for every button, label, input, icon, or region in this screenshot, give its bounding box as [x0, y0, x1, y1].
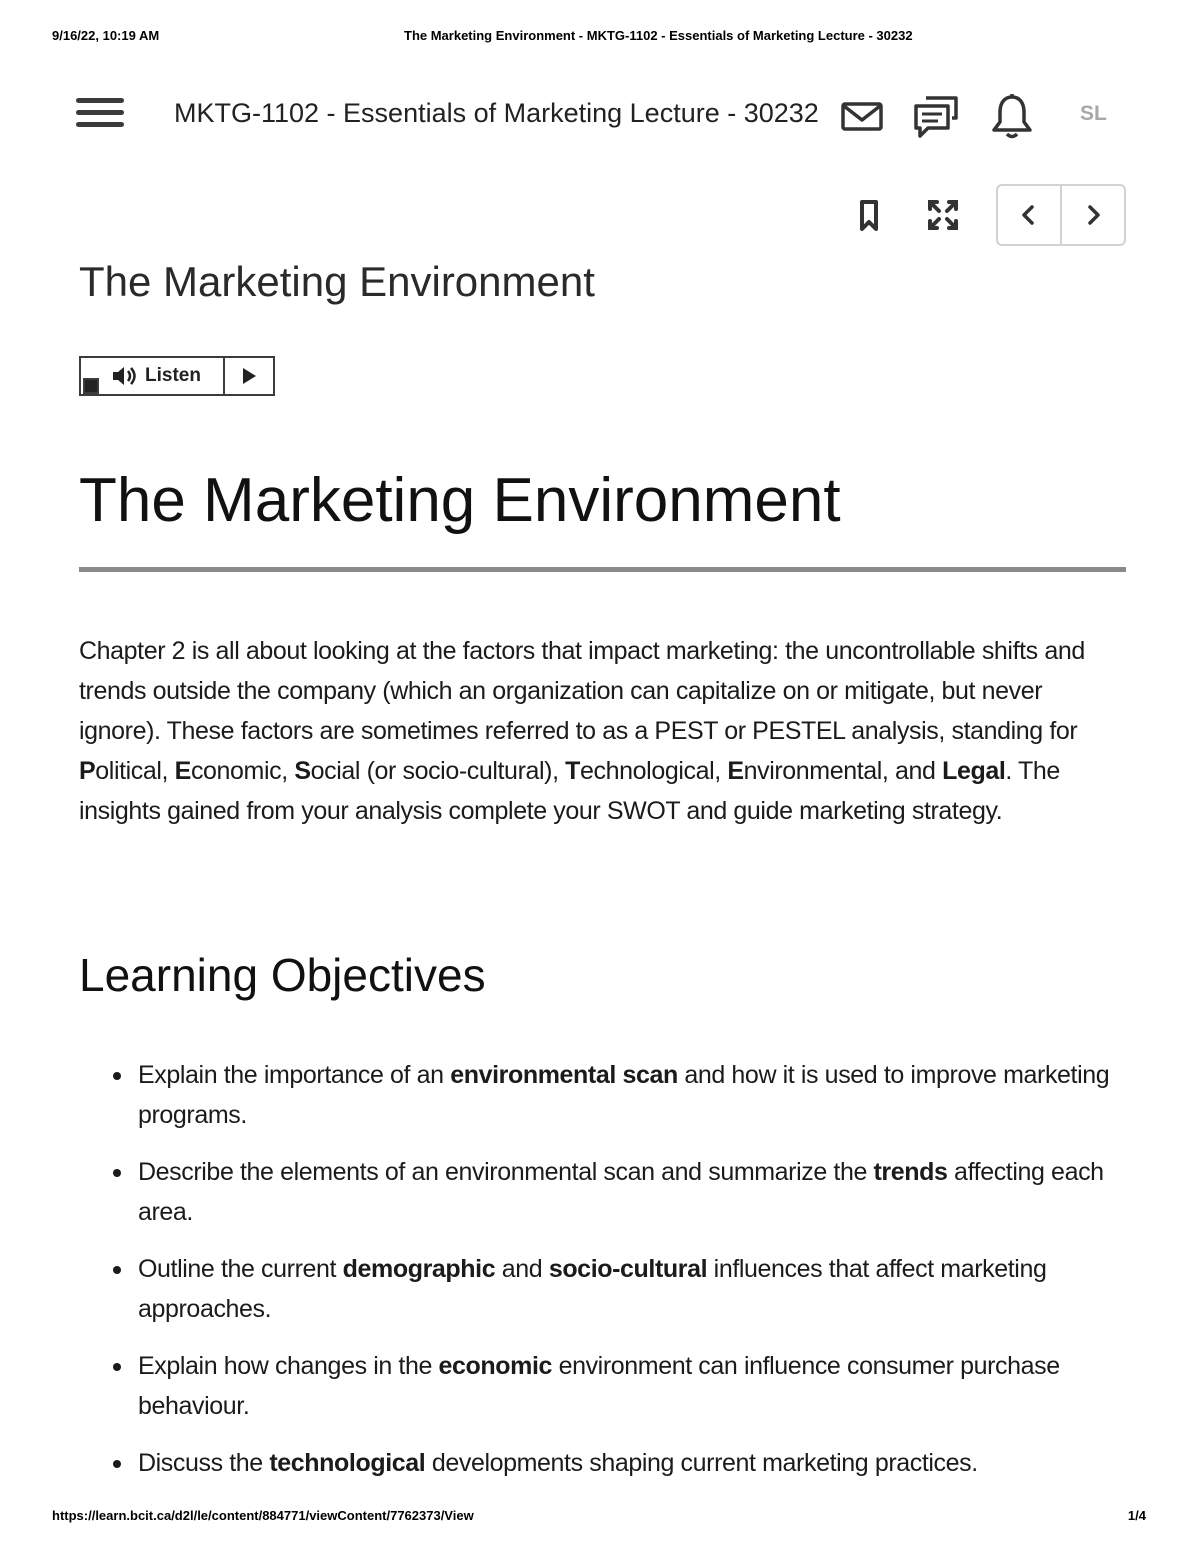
objective-text: Describe the elements of an environmenta… — [138, 1158, 874, 1186]
objective-keyword: economic — [438, 1352, 553, 1380]
next-topic-button[interactable] — [1060, 186, 1124, 244]
play-icon — [243, 368, 256, 384]
chevron-left-icon — [1022, 205, 1034, 225]
learning-objectives-heading: Learning Objectives — [79, 949, 486, 1001]
intro-text: conomic, — [190, 757, 295, 785]
learning-objectives-list: Explain the importance of an environment… — [79, 1055, 1125, 1500]
print-page-number: 1/4 — [1127, 1508, 1146, 1523]
print-header: 9/16/22, 10:19 AM The Marketing Environm… — [52, 28, 1148, 48]
intro-bold-word: Legal — [942, 757, 1006, 785]
intro-bold-letter: T — [565, 757, 581, 785]
listen-widget: Listen — [79, 356, 275, 396]
objective-item: Discuss the technological developments s… — [79, 1443, 1125, 1483]
intro-text: nvironmental, and — [743, 757, 943, 785]
intro-text: ocial (or socio-cultural), — [310, 757, 566, 785]
menu-icon[interactable] — [76, 98, 126, 134]
chat-icon[interactable] — [912, 92, 960, 140]
intro-bold-letter: E — [174, 757, 192, 785]
topic-pager — [996, 184, 1126, 246]
objective-keyword: environmental scan — [450, 1061, 678, 1089]
course-title[interactable]: MKTG-1102 - Essentials of Marketing Lect… — [174, 98, 819, 129]
speaker-icon — [113, 367, 136, 385]
print-footer: https://learn.bcit.ca/d2l/le/content/884… — [52, 1508, 1148, 1528]
bookmark-icon[interactable] — [850, 196, 888, 234]
fullscreen-icon[interactable] — [924, 196, 962, 234]
mail-icon[interactable] — [838, 92, 886, 140]
objective-keyword: technological — [269, 1449, 426, 1477]
objective-item: Explain how changes in the economic envi… — [79, 1346, 1125, 1426]
objective-text: and — [495, 1255, 549, 1283]
heading-divider — [79, 567, 1126, 572]
content-toolbar — [840, 184, 1126, 246]
objective-keyword: socio-cultural — [548, 1255, 708, 1283]
intro-bold-letter: S — [294, 757, 311, 785]
intro-text: olitical, — [95, 757, 175, 785]
intro-bold-letter: P — [79, 757, 96, 785]
content-heading: The Marketing Environment — [79, 466, 841, 535]
print-url: https://learn.bcit.ca/d2l/le/content/884… — [52, 1508, 474, 1523]
intro-text: echnological, — [580, 757, 728, 785]
print-datetime: 9/16/22, 10:19 AM — [52, 28, 160, 43]
objective-item: Describe the elements of an environmenta… — [79, 1152, 1125, 1232]
previous-topic-button[interactable] — [998, 186, 1060, 244]
intro-paragraph: Chapter 2 is all about looking at the fa… — [79, 631, 1125, 831]
play-button[interactable] — [225, 358, 273, 394]
chevron-right-icon — [1088, 205, 1100, 225]
listen-label: Listen — [145, 365, 201, 386]
print-page-title: The Marketing Environment - MKTG-1102 - … — [404, 28, 913, 43]
listen-button[interactable]: Listen — [105, 358, 225, 394]
intro-text: Chapter 2 is all about looking at the fa… — [79, 637, 1085, 745]
objective-text: Outline the current — [138, 1255, 343, 1283]
objective-text: developments shaping current marketing p… — [425, 1449, 978, 1477]
objective-text: Discuss the — [138, 1449, 270, 1477]
stop-icon[interactable] — [83, 378, 99, 394]
objective-keyword: demographic — [342, 1255, 496, 1283]
user-avatar[interactable]: SL — [1080, 102, 1107, 126]
objective-item: Outline the current demographic and soci… — [79, 1249, 1125, 1329]
objective-text: Explain the importance of an — [138, 1061, 451, 1089]
bell-icon[interactable] — [988, 92, 1036, 140]
intro-bold-letter: E — [727, 757, 744, 785]
topic-title: The Marketing Environment — [79, 258, 595, 305]
objective-keyword: trends — [873, 1158, 948, 1186]
course-navbar: MKTG-1102 - Essentials of Marketing Lect… — [76, 88, 1116, 144]
objective-text: Explain how changes in the — [138, 1352, 439, 1380]
objective-item: Explain the importance of an environment… — [79, 1055, 1125, 1135]
